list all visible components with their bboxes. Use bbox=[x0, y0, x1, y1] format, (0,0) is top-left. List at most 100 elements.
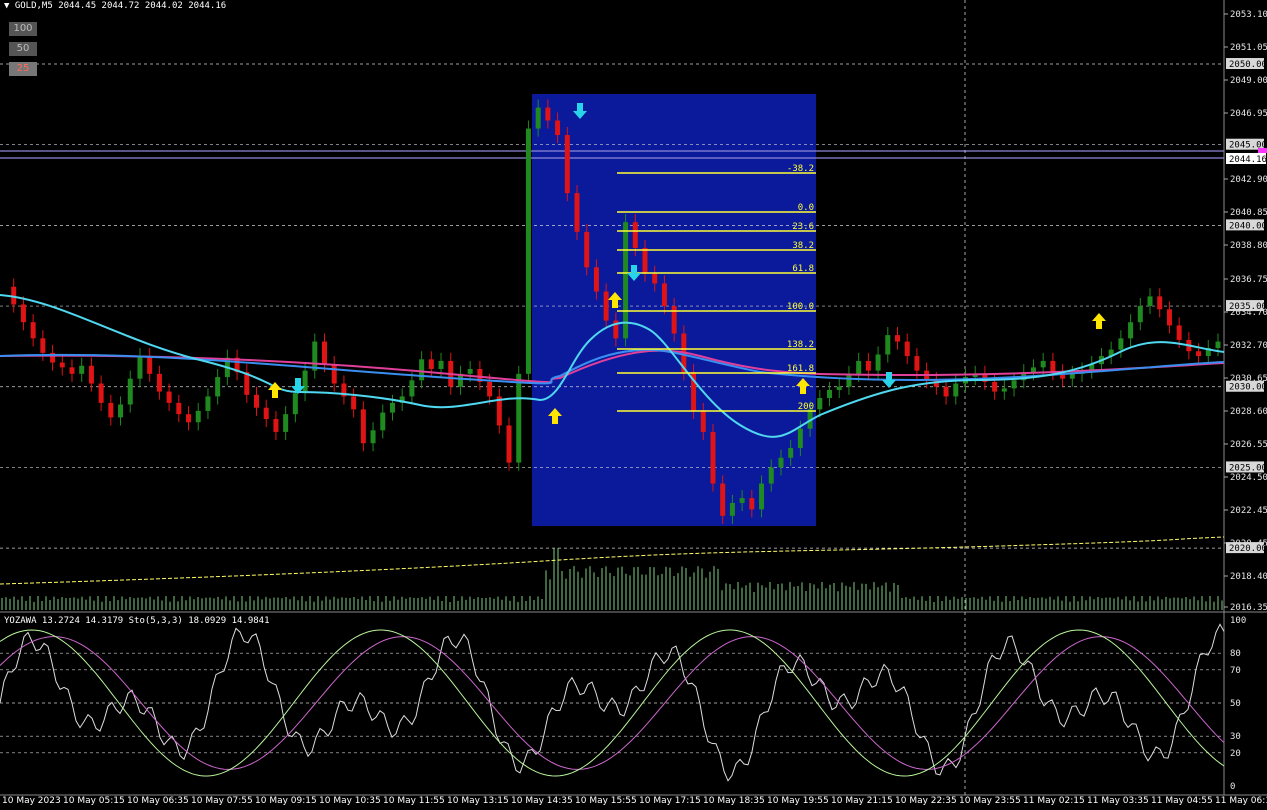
candle-body bbox=[710, 431, 716, 484]
candle-body bbox=[574, 193, 580, 232]
candle-body bbox=[856, 360, 862, 374]
candle-body bbox=[632, 222, 638, 248]
candle-body bbox=[254, 394, 260, 408]
candle-body bbox=[30, 322, 36, 339]
candle-body bbox=[904, 341, 910, 357]
current-price-text: 2044.16 bbox=[1229, 155, 1267, 165]
price-level-tag-text: 2050.00 bbox=[1229, 60, 1267, 70]
candle-body bbox=[380, 412, 386, 431]
candle-body bbox=[652, 273, 658, 284]
candle-body bbox=[137, 356, 143, 379]
candle-body bbox=[875, 354, 881, 371]
time-axis-label: 11 May 03:35 bbox=[1087, 796, 1149, 806]
time-axis-label: 11 May 04:55 bbox=[1151, 796, 1213, 806]
fib-level-label: -38.2 bbox=[787, 164, 814, 174]
oscillator-axis-label: 30 bbox=[1230, 732, 1241, 742]
zoom-25-button[interactable]: 25 bbox=[9, 62, 37, 76]
time-axis-label: 10 May 19:55 bbox=[767, 796, 829, 806]
candle-body bbox=[1050, 360, 1056, 373]
candle-body bbox=[564, 135, 570, 194]
candle-body bbox=[118, 404, 124, 418]
candle-body bbox=[885, 335, 891, 355]
candle-body bbox=[535, 107, 541, 129]
fib-level-label: 61.8 bbox=[792, 264, 814, 274]
zoom-50-button[interactable]: 50 bbox=[9, 42, 37, 56]
price-level-tag-text: 2035.00 bbox=[1229, 302, 1267, 312]
candle-body bbox=[88, 365, 94, 384]
price-chart-canvas[interactable]: -38.20.023.638.261.8100.0138.2161.820020… bbox=[0, 0, 1267, 810]
time-axis-label: 10 May 10:35 bbox=[319, 796, 381, 806]
candle-body bbox=[1128, 322, 1134, 339]
candle-body bbox=[545, 107, 551, 121]
time-axis-label: 10 May 15:55 bbox=[575, 796, 637, 806]
price-level-tag-text: 2030.00 bbox=[1229, 383, 1267, 393]
oscillator-axis-label: 80 bbox=[1230, 649, 1241, 659]
candle-body bbox=[1069, 373, 1075, 379]
candle-body bbox=[555, 120, 561, 136]
candle-body bbox=[1030, 367, 1036, 373]
time-axis-label: 10 May 11:55 bbox=[383, 796, 445, 806]
candle-body bbox=[836, 386, 842, 390]
time-axis-label: 11 May 06:15 bbox=[1215, 796, 1267, 806]
candle-body bbox=[729, 502, 735, 516]
zoom-100-button[interactable]: 100 bbox=[9, 22, 37, 36]
candle-body bbox=[312, 341, 318, 371]
candle-body bbox=[943, 386, 949, 397]
candle-body bbox=[846, 373, 852, 387]
fib-level-label: 200 bbox=[798, 402, 814, 412]
time-axis-label: 11 May 02:15 bbox=[1023, 796, 1085, 806]
time-axis-label: 10 May 21:15 bbox=[831, 796, 893, 806]
candle-body bbox=[914, 356, 920, 371]
buy-arrow-icon bbox=[1092, 313, 1106, 329]
candle-body bbox=[1147, 296, 1153, 307]
volume-average-line bbox=[0, 536, 1225, 585]
candle-body bbox=[778, 457, 784, 468]
candle-body bbox=[827, 389, 833, 399]
collapse-triangle-icon[interactable]: ▼ bbox=[4, 1, 9, 11]
time-axis-label: 10 May 18:35 bbox=[703, 796, 765, 806]
candle-body bbox=[759, 483, 765, 510]
candle-body bbox=[98, 383, 104, 403]
candle-body bbox=[992, 381, 998, 392]
price-axis-label: 2042.90 bbox=[1230, 175, 1267, 185]
candle-body bbox=[739, 498, 745, 503]
price-axis-label: 2038.80 bbox=[1230, 241, 1267, 251]
candle-body bbox=[205, 396, 211, 411]
price-axis-label: 2022.45 bbox=[1230, 506, 1267, 516]
indicator-header: YOZAWA 13.2724 14.3179 Sto(5,3,3) 18.092… bbox=[4, 616, 270, 626]
candle-body bbox=[195, 410, 201, 423]
candle-body bbox=[370, 430, 376, 444]
oscillator-axis-label: 70 bbox=[1230, 666, 1241, 676]
price-level-tag-text: 2040.00 bbox=[1229, 221, 1267, 231]
candle-body bbox=[467, 368, 473, 374]
candle-body bbox=[215, 377, 221, 397]
candle-body bbox=[1011, 380, 1017, 389]
candle-body bbox=[584, 231, 590, 268]
candle-body bbox=[292, 393, 298, 415]
symbol-header: ▼ GOLD,M5 2044.45 2044.72 2044.02 2044.1… bbox=[4, 1, 226, 12]
candle-body bbox=[506, 425, 512, 463]
oscillator-axis-label: 100 bbox=[1230, 616, 1246, 626]
candle-body bbox=[108, 402, 114, 418]
candle-body bbox=[419, 359, 425, 381]
candle-body bbox=[409, 380, 415, 397]
candle-body bbox=[768, 467, 774, 484]
price-axis-label: 2028.60 bbox=[1230, 407, 1267, 417]
candle-body bbox=[438, 360, 444, 369]
candle-body bbox=[176, 402, 182, 415]
time-axis-label: 10 May 05:15 bbox=[63, 796, 125, 806]
fib-level-label: 161.8 bbox=[787, 364, 814, 374]
candle-body bbox=[273, 419, 279, 432]
candle-body bbox=[321, 341, 327, 365]
oscillator-axis-label: 50 bbox=[1230, 699, 1241, 709]
candle-body bbox=[895, 335, 901, 342]
price-axis-label: 2018.40 bbox=[1230, 572, 1267, 582]
candle-body bbox=[749, 498, 755, 510]
time-axis-label: 10 May 13:15 bbox=[447, 796, 509, 806]
candle-body bbox=[360, 409, 366, 444]
fib-level-label: 23.6 bbox=[792, 222, 814, 232]
candle-body bbox=[623, 222, 629, 339]
candle-body bbox=[700, 410, 706, 432]
candle-body bbox=[1176, 325, 1182, 340]
candle-body bbox=[661, 283, 667, 307]
